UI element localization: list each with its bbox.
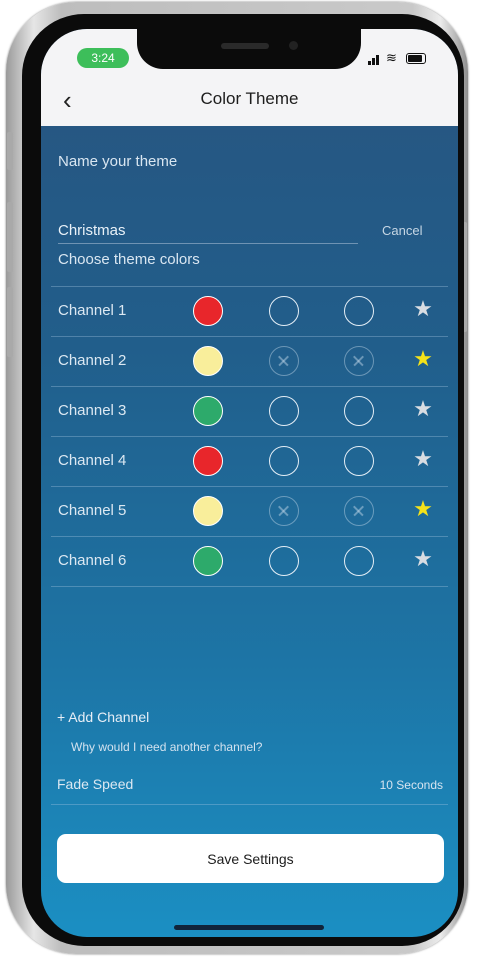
status-time: 3:24 [77,48,129,68]
volume-up-button [7,202,13,272]
fade-speed-label: Fade Speed [57,776,134,792]
color-swatch[interactable] [193,546,223,576]
empty-color-slot[interactable] [269,396,299,426]
star-icon[interactable]: ★ [411,396,435,422]
star-icon[interactable]: ★ [411,446,435,472]
page-title: Color Theme [200,89,299,108]
channel-label: Channel 6 [58,552,127,569]
add-channel-button[interactable]: + Add Channel [57,709,149,725]
circle-x-icon [269,496,299,526]
channel-row: Channel 1 ★ [51,286,448,336]
channel-row: Channel 2 ★ [51,336,448,386]
empty-color-slot[interactable] [269,546,299,576]
empty-color-slot[interactable] [344,446,374,476]
divider [51,286,448,287]
fade-speed-value[interactable]: 10 Seconds [380,778,443,792]
empty-color-slot[interactable] [344,296,374,326]
channel-row: Channel 3 ★ [51,386,448,436]
color-swatch[interactable] [193,496,223,526]
divider [51,804,448,805]
star-icon[interactable]: ★ [411,296,435,322]
notch [137,29,361,69]
empty-color-slot[interactable] [344,396,374,426]
circle-x-icon [344,496,374,526]
theme-name-input[interactable] [58,217,358,244]
status-icons: ≋ [368,51,428,65]
channel-row: Channel 4 ★ [51,436,448,486]
empty-color-slot[interactable] [269,446,299,476]
signal-bar [372,58,375,65]
channel-label: Channel 5 [58,502,127,519]
channel-help-link[interactable]: Why would I need another channel? [71,740,262,754]
divider [51,586,448,587]
star-icon[interactable]: ★ [411,496,435,522]
theme-colors-label: Choose theme colors [58,251,200,268]
mute-switch [7,132,13,170]
front-camera [289,41,298,50]
channel-row: Channel 5 ★ [51,486,448,536]
battery-icon [406,53,426,64]
empty-color-slot[interactable] [344,546,374,576]
top-bar: 3:24 ≋ ‹ Color Theme [41,29,458,126]
signal-icon [368,61,371,65]
channel-label: Channel 4 [58,452,127,469]
cancel-button[interactable]: Cancel [382,223,422,238]
channel-label: Channel 3 [58,402,127,419]
home-indicator [174,925,324,930]
star-icon[interactable]: ★ [411,546,435,572]
channel-label: Channel 1 [58,302,127,319]
volume-down-button [7,287,13,357]
theme-name-label: Name your theme [58,153,178,170]
save-settings-button[interactable]: Save Settings [57,834,444,883]
wifi-icon: ≋ [386,50,397,65]
star-icon[interactable]: ★ [411,346,435,372]
channel-label: Channel 2 [58,352,127,369]
speaker-grille [221,43,269,49]
circle-x-icon [269,346,299,376]
color-swatch[interactable] [193,346,223,376]
color-swatch[interactable] [193,296,223,326]
empty-color-slot[interactable] [269,296,299,326]
signal-bar [376,55,379,65]
app-screen: 3:24 ≋ ‹ Color Theme Name your theme Can… [41,29,458,937]
channel-row: Channel 6 ★ [51,536,448,586]
circle-x-icon [344,346,374,376]
color-swatch[interactable] [193,396,223,426]
color-swatch[interactable] [193,446,223,476]
